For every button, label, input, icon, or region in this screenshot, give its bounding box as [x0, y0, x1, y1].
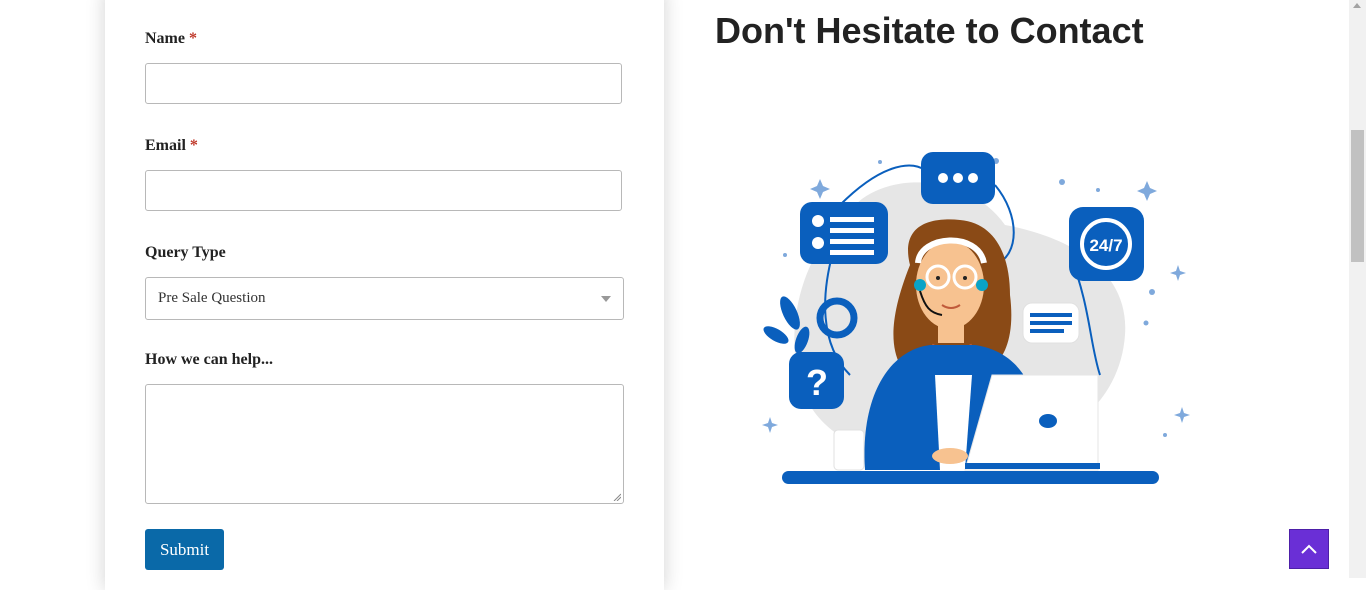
email-required-mark: *	[189, 137, 198, 154]
chevron-up-icon	[1301, 544, 1317, 554]
support-badge-text: 24/7	[1089, 236, 1122, 255]
email-label: Email *	[145, 137, 198, 155]
query-type-label: Query Type	[145, 244, 226, 261]
support-agent-illustration: 24/7 ?	[762, 152, 1190, 484]
query-type-selected-value: Pre Sale Question	[158, 290, 266, 306]
scroll-up-arrow-icon[interactable]	[1353, 3, 1361, 8]
resize-handle-icon[interactable]	[613, 493, 621, 501]
email-input[interactable]	[145, 170, 622, 211]
svg-text:?: ?	[806, 362, 828, 403]
caret-down-icon	[601, 296, 611, 302]
name-input[interactable]	[145, 63, 622, 104]
email-label-text: Email	[145, 137, 186, 154]
back-to-top-button[interactable]	[1289, 529, 1329, 569]
query-type-select[interactable]: Pre Sale Question	[145, 277, 624, 320]
help-label: How we can help...	[145, 351, 273, 368]
mug-icon	[833, 429, 865, 471]
contact-heading: Don't Hesitate to Contact	[715, 10, 1144, 51]
scrollbar-thumb[interactable]	[1351, 130, 1364, 262]
help-textarea[interactable]	[145, 384, 624, 504]
desk	[782, 471, 1159, 484]
name-label: Name *	[145, 30, 197, 48]
page-scrollbar[interactable]	[1349, 0, 1366, 578]
name-required-mark: *	[188, 30, 197, 47]
name-label-text: Name	[145, 30, 185, 47]
submit-button[interactable]: Submit	[145, 529, 224, 570]
contact-form-card: Name * Email * Query Type Pre Sale Questio…	[105, 0, 664, 590]
